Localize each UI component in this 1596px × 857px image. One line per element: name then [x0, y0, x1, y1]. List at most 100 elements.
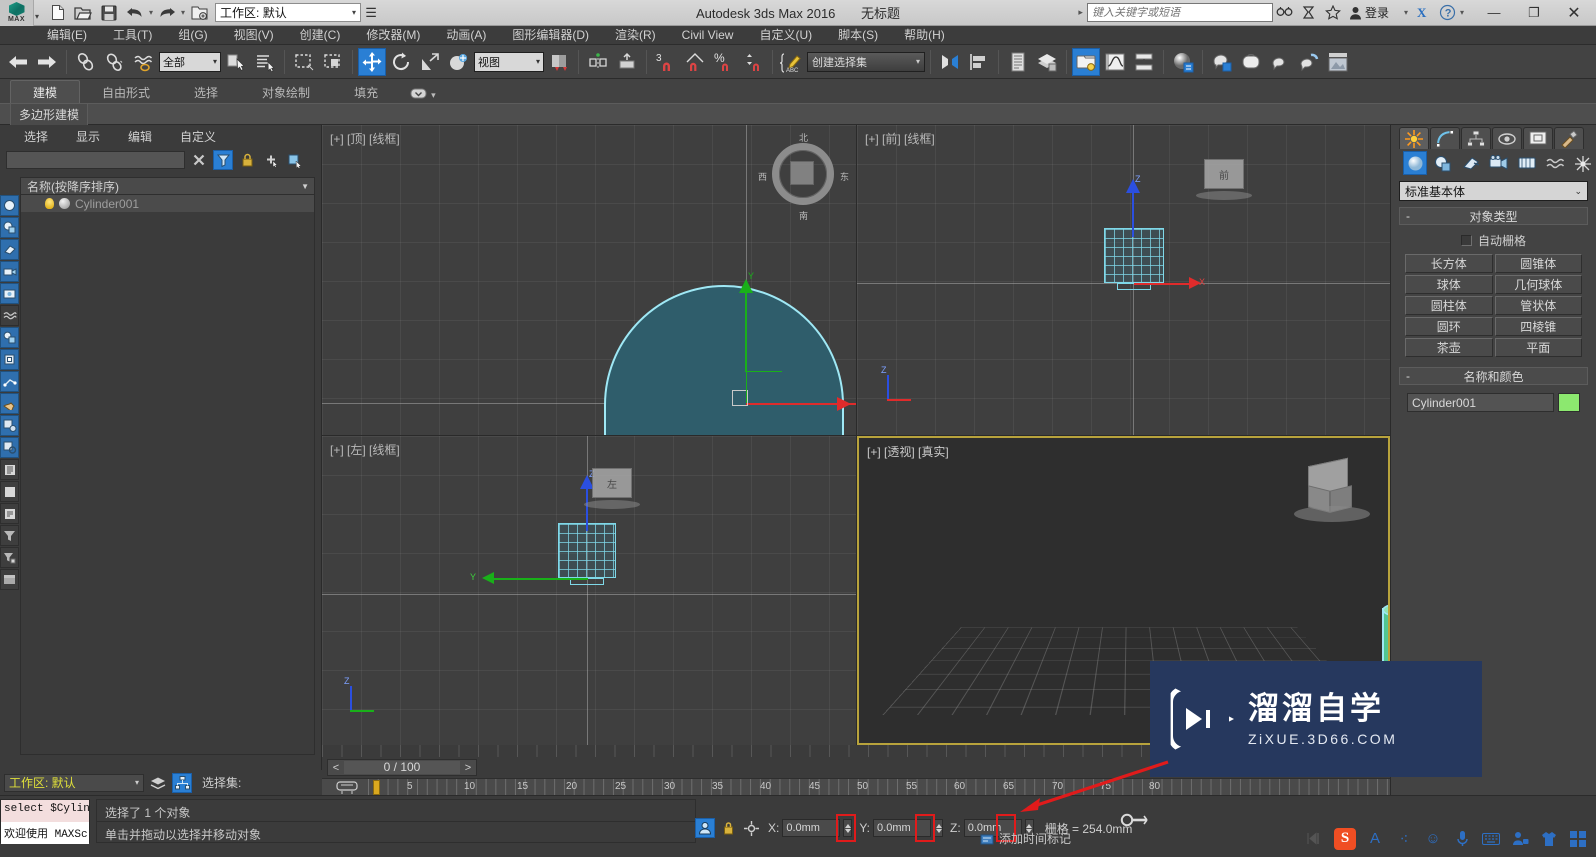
- ime-shirt-icon[interactable]: [1539, 829, 1559, 849]
- maximize-button[interactable]: ❐: [1514, 0, 1554, 26]
- menu-item-views[interactable]: 视图(V): [221, 26, 287, 45]
- se-menu-select[interactable]: 选择: [10, 128, 62, 145]
- list-item[interactable]: Cylinder001: [21, 195, 314, 212]
- chevron-down-icon[interactable]: ▾: [536, 57, 540, 66]
- motion-tab[interactable]: [1492, 127, 1522, 149]
- layer-manager-button[interactable]: [1004, 48, 1032, 76]
- gizmo-y-axis[interactable]: [492, 578, 588, 580]
- systems-icon[interactable]: [1571, 151, 1595, 175]
- layers-icon[interactable]: [148, 773, 168, 793]
- use-pivot-point-center-button[interactable]: [545, 48, 573, 76]
- current-frame-display[interactable]: 0 / 100: [344, 761, 460, 774]
- hierarchy-tab[interactable]: [1461, 127, 1491, 149]
- render-setup-button[interactable]: [1208, 48, 1236, 76]
- undo-icon[interactable]: [123, 2, 147, 24]
- selection-filter-dropdown[interactable]: 全部 ▾: [159, 51, 221, 72]
- redo-icon[interactable]: [155, 2, 179, 24]
- ribbon-tab-selection[interactable]: 选择: [172, 81, 240, 103]
- mirror-geometry-button[interactable]: [936, 48, 964, 76]
- timeline-key-marker[interactable]: [373, 780, 380, 795]
- help-chevron-icon[interactable]: ▾: [1460, 8, 1464, 17]
- edit-named-selection-sets-button[interactable]: ABC: [778, 48, 806, 76]
- viewport-label-left[interactable]: [+] [左] [线框]: [330, 441, 400, 458]
- timeline-bar[interactable]: 5 10 15 20 25 30 35 40 45 50 55 60 65 70…: [322, 778, 1390, 796]
- viewcube-face-label[interactable]: 左: [592, 468, 632, 498]
- percent-snap-button[interactable]: %: [710, 48, 738, 76]
- menu-item-graph-editors[interactable]: 图形编辑器(D): [499, 26, 602, 45]
- schematic-view-button[interactable]: [1130, 48, 1158, 76]
- gizmo-xy-plane[interactable]: [746, 371, 782, 403]
- systems-icon[interactable]: [0, 327, 19, 348]
- create-box-button[interactable]: 长方体: [1405, 254, 1493, 273]
- next-frame-button[interactable]: >: [460, 762, 476, 774]
- viewcube-face[interactable]: [790, 161, 814, 185]
- maxscript-mini-listener[interactable]: select $Cylind 欢迎使用 MAXScr: [0, 799, 90, 844]
- use-center-button[interactable]: [445, 48, 473, 76]
- spinner-snap-button[interactable]: [739, 48, 767, 76]
- select-and-scale-button[interactable]: [416, 48, 444, 76]
- viewport-label-perspective[interactable]: [+] [透视] [真实]: [867, 443, 949, 460]
- paint-icon[interactable]: [0, 393, 19, 414]
- signin-chevron-icon[interactable]: ▾: [1404, 8, 1408, 17]
- se-menu-display[interactable]: 显示: [62, 128, 114, 145]
- lights-icon[interactable]: [1459, 151, 1483, 175]
- archive-icon[interactable]: [0, 569, 19, 590]
- unlink-selection-button[interactable]: [101, 48, 129, 76]
- gizmo-y-arrow[interactable]: [739, 279, 753, 293]
- undo-button[interactable]: [4, 48, 32, 76]
- gizmo-y-axis[interactable]: [745, 287, 747, 372]
- name-color-rollout-header[interactable]: - 名称和颜色: [1399, 367, 1588, 385]
- create-teapot-button[interactable]: 茶壶: [1405, 338, 1493, 357]
- menu-item-animation[interactable]: 动画(A): [433, 26, 499, 45]
- filter-funnel-icon[interactable]: [0, 525, 19, 546]
- lock-icon[interactable]: [237, 150, 257, 170]
- x-coord-input[interactable]: 0.0mm: [782, 819, 841, 837]
- scene-explorer-toggle-icon[interactable]: [172, 772, 192, 793]
- ribbon-panel-polygon-modeling[interactable]: 多边形建模: [10, 102, 89, 126]
- chevron-down-icon[interactable]: ▾: [352, 8, 356, 17]
- create-tab[interactable]: [1399, 127, 1429, 149]
- y-coord-input[interactable]: 0.0mm: [873, 819, 932, 837]
- project-folder-icon[interactable]: [187, 2, 211, 24]
- gizmo-y-arrow[interactable]: [482, 572, 494, 584]
- scene-explorer-search-input[interactable]: [6, 151, 185, 169]
- viewport-top[interactable]: [+] [顶] [线框] Y Y 北 南 东 西: [322, 125, 856, 435]
- space-warps-icon[interactable]: [0, 305, 19, 326]
- add-time-tag-area[interactable]: 添加时间标记: [980, 830, 1071, 847]
- scene-converter-button[interactable]: [1033, 48, 1061, 76]
- select-and-rotate-button[interactable]: [387, 48, 415, 76]
- select-object-icon[interactable]: [0, 349, 19, 370]
- ime-keyboard-icon[interactable]: [1481, 829, 1501, 849]
- sogou-ime-icon[interactable]: S: [1334, 827, 1356, 850]
- settings-icon[interactable]: [0, 415, 19, 436]
- select-object-button[interactable]: [222, 48, 250, 76]
- utilities-tab[interactable]: [1554, 127, 1584, 149]
- listener-line-2[interactable]: 欢迎使用 MAXScr: [1, 822, 89, 844]
- render-production-button[interactable]: [1266, 48, 1294, 76]
- ribbon-tab-object-paint[interactable]: 对象绘制: [240, 81, 332, 103]
- app-menu-button[interactable]: MAX: [0, 0, 34, 26]
- reference-coordinate-dropdown[interactable]: 视图 ▾: [474, 51, 544, 72]
- viewcube-left[interactable]: 左: [580, 462, 648, 530]
- ime-punctuation-icon[interactable]: ⁖: [1394, 829, 1414, 849]
- named-selection-sets-field[interactable]: 创建选择集 ▾: [807, 51, 925, 72]
- workspace-selector[interactable]: 工作区: 默认 ▾: [215, 3, 362, 22]
- y-spinner[interactable]: [934, 819, 944, 837]
- gizmo-z-axis[interactable]: [1132, 187, 1134, 237]
- shapes-icon[interactable]: [0, 217, 19, 238]
- lock-icon[interactable]: [718, 818, 738, 838]
- chevron-down-icon[interactable]: ⌄: [1574, 186, 1582, 197]
- gizmo-x-axis[interactable]: [1134, 283, 1197, 285]
- space-warps-icon[interactable]: [1543, 151, 1567, 175]
- collapse-icon[interactable]: -: [1406, 369, 1410, 383]
- clear-search-icon[interactable]: [189, 150, 209, 170]
- ribbon-toggle-button[interactable]: [1072, 47, 1100, 76]
- cylinder-left-wireframe[interactable]: [558, 523, 616, 578]
- display-toggle-icon[interactable]: [285, 150, 305, 170]
- window-crossing-button[interactable]: [319, 48, 347, 76]
- cameras-icon[interactable]: [0, 261, 19, 282]
- filter-config-icon[interactable]: [0, 547, 19, 568]
- viewcube-face-label[interactable]: 前: [1204, 159, 1244, 189]
- filter-icon[interactable]: [213, 150, 233, 170]
- search-icon[interactable]: [1273, 2, 1297, 24]
